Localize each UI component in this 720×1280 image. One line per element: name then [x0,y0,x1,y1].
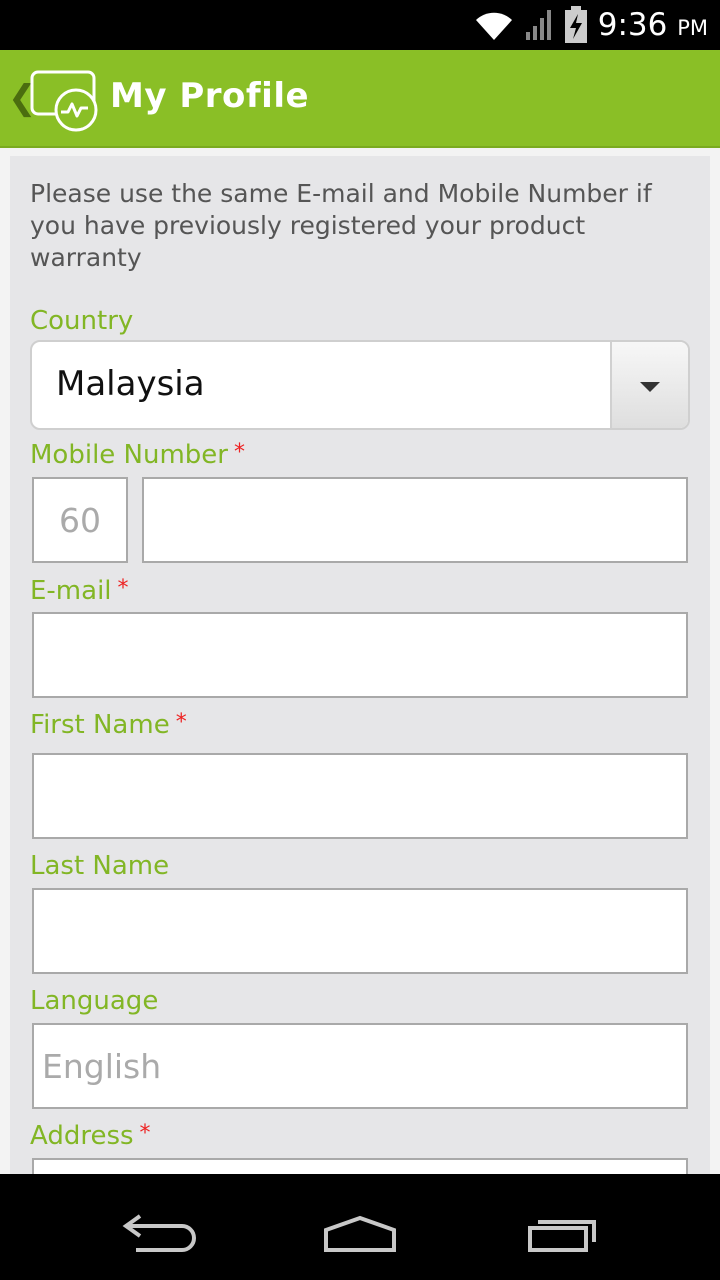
email-label: E-mail * [30,576,129,606]
back-nav-icon[interactable] [122,1214,196,1254]
status-time-value: 9:36 [597,7,668,43]
language-label: Language [30,986,158,1016]
required-mark: * [117,576,129,601]
page-title: My Profile [110,76,310,116]
language-label-text: Language [30,986,159,1016]
battery-charging-icon [564,6,587,43]
first-name-label-text: First Name [30,710,170,740]
app-logo-icon[interactable] [28,68,106,132]
action-bar: ❮ My Profile [0,50,720,148]
country-label: Country [30,306,133,336]
status-bar: 9:36 PM [0,0,720,50]
signal-icon [525,10,551,40]
intro-text: Please use the same E-mail and Mobile Nu… [30,179,652,272]
required-mark: * [234,440,245,465]
required-mark: * [175,710,187,735]
chevron-down-icon [640,382,660,392]
last-name-input[interactable] [32,888,688,974]
navigation-bar [0,1184,720,1280]
language-input[interactable]: English [32,1023,688,1109]
status-time: 9:36 PM [598,7,708,43]
email-input[interactable] [32,612,688,698]
email-label-text: E-mail [30,576,112,606]
home-nav-icon[interactable] [322,1214,398,1254]
required-mark: * [139,1121,151,1146]
mobile-label-text: Mobile Number [30,440,228,470]
country-select[interactable]: Malaysia [30,340,690,430]
content-area[interactable]: Please use the same E-mail and Mobile Nu… [0,148,720,1174]
address-label-text: Address [30,1121,134,1151]
mobile-number-input[interactable] [142,477,688,563]
address-input[interactable] [32,1158,688,1174]
address-label: Address * [30,1121,151,1151]
recent-apps-icon[interactable] [526,1214,600,1254]
wifi-icon [475,12,512,41]
first-name-input[interactable] [32,753,688,839]
country-dropdown-button[interactable] [610,342,688,428]
country-select-value: Malaysia [56,364,205,404]
first-name-label: First Name * [30,710,187,740]
status-time-ampm: PM [677,16,708,40]
last-name-label-text: Last Name [30,851,170,881]
language-value: English [42,1046,162,1086]
mobile-label: Mobile Number * [30,440,245,470]
country-label-text: Country [30,306,134,336]
last-name-label: Last Name [30,851,169,881]
country-code-field[interactable]: 60 [32,477,128,563]
country-code-value: 60 [59,500,101,540]
